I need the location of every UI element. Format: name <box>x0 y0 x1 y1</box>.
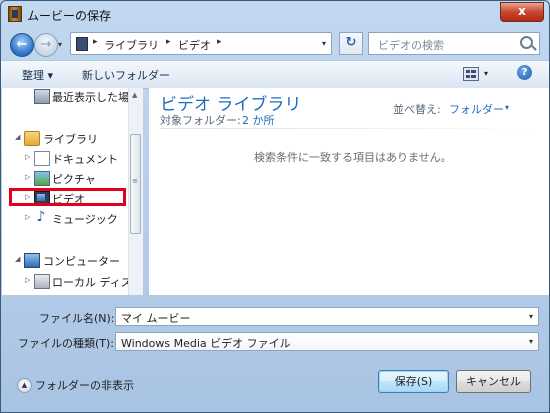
search-input[interactable]: ビデオの検索 <box>368 32 540 55</box>
recent-places-icon <box>34 89 50 104</box>
address-bar[interactable]: ▸ ライブラリ ▸ ビデオ ▸ ▾ <box>70 32 332 55</box>
video-library-icon <box>76 37 88 51</box>
expand-arrow-icon[interactable]: ▷ <box>25 153 30 161</box>
navigation-pane: 最近表示した場所 ◢ ライブラリ ▷ ドキュメント ▷ ピクチャ ▷ ビデオ ▷… <box>2 88 143 295</box>
expand-arrow-icon[interactable]: ▷ <box>25 213 30 221</box>
breadcrumb-videos[interactable]: ビデオ <box>178 37 211 53</box>
local-disk-icon <box>34 274 50 289</box>
divider <box>160 128 538 129</box>
organize-menu[interactable]: 整理 ▾ <box>22 67 53 83</box>
command-bar: 整理 ▾ 新しいフォルダー ▾ ? <box>1 60 549 89</box>
movie-maker-icon <box>8 6 22 22</box>
breadcrumb-libraries[interactable]: ライブラリ <box>104 37 159 53</box>
computer-icon <box>24 253 40 268</box>
filename-value[interactable]: マイ ムービー <box>121 310 191 326</box>
target-folders-label: 対象フォルダー: <box>160 114 241 127</box>
recent-pages-dropdown[interactable]: ▾ <box>58 40 62 49</box>
arrange-dropdown-icon[interactable]: ▾ <box>505 103 509 112</box>
title-bar: ムービーの保存 x <box>1 1 549 27</box>
collapse-arrow-icon[interactable]: ◢ <box>15 255 20 263</box>
breadcrumb-separator-icon[interactable]: ▸ <box>217 37 222 47</box>
hide-folders-icon[interactable]: ▲ <box>17 378 32 393</box>
filename-label: ファイル名(N): <box>39 312 115 325</box>
scroll-up-icon[interactable]: ▲ <box>132 91 137 99</box>
content-pane: ビデオ ライブラリ 対象フォルダー: 2 か所 並べ替え: フォルダー ▾ 検索… <box>149 88 549 295</box>
tree-item-label: ピクチャ <box>52 173 96 186</box>
navigation-scrollbar[interactable]: ▲ ≡ <box>128 88 143 295</box>
empty-message: 検索条件に一致する項目はありません。 <box>254 151 452 164</box>
help-icon[interactable]: ? <box>517 65 532 80</box>
cancel-button[interactable]: キャンセル <box>456 370 531 393</box>
window-title: ムービーの保存 <box>27 9 112 23</box>
save-movie-dialog: ムービーの保存 x ← → ▾ ▸ ライブラリ ▸ ビデオ ▸ ▾ ↻ ビデオの… <box>0 0 550 413</box>
filetype-label: ファイルの種類(T): <box>18 337 115 350</box>
music-icon: ♪ <box>36 209 46 225</box>
address-dropdown-icon[interactable]: ▾ <box>322 39 326 48</box>
view-options-icon[interactable] <box>463 67 479 81</box>
tree-item-label: ライブラリ <box>43 133 98 146</box>
refresh-button[interactable]: ↻ <box>339 32 363 55</box>
filename-field[interactable]: マイ ムービー ▾ <box>115 307 539 326</box>
expand-arrow-icon[interactable]: ▷ <box>25 173 30 181</box>
breadcrumb-separator-icon[interactable]: ▸ <box>166 37 171 47</box>
search-placeholder: ビデオの検索 <box>378 39 444 52</box>
save-button[interactable]: 保存(S) <box>378 370 449 393</box>
view-dropdown-icon[interactable]: ▾ <box>484 69 488 78</box>
tree-item-label: 最近表示した場所 <box>52 91 140 104</box>
libraries-icon <box>24 131 40 146</box>
new-folder-button[interactable]: 新しいフォルダー <box>82 67 170 83</box>
hide-folders-button[interactable]: フォルダーの非表示 <box>35 377 134 393</box>
close-button[interactable]: x <box>500 2 544 22</box>
search-icon[interactable] <box>520 36 533 49</box>
filetype-value[interactable]: Windows Media ビデオ ファイル <box>121 335 291 351</box>
back-button[interactable]: ← <box>10 33 34 57</box>
filetype-dropdown-icon[interactable]: ▾ <box>529 337 533 346</box>
videos-highlight-box <box>9 188 126 206</box>
filename-dropdown-icon[interactable]: ▾ <box>529 312 533 321</box>
tree-item-label: ドキュメント <box>52 153 118 166</box>
collapse-arrow-icon[interactable]: ◢ <box>15 133 20 141</box>
arrange-by-label: 並べ替え: <box>393 103 441 116</box>
expand-arrow-icon[interactable]: ▷ <box>25 276 30 284</box>
breadcrumb-separator-icon[interactable]: ▸ <box>93 37 98 47</box>
arrange-by-dropdown[interactable]: フォルダー <box>449 101 504 117</box>
forward-button[interactable]: → <box>34 33 58 57</box>
filetype-select[interactable]: Windows Media ビデオ ファイル ▾ <box>115 332 539 351</box>
target-folders-link[interactable]: 2 か所 <box>242 112 275 128</box>
pictures-icon <box>34 171 50 186</box>
documents-icon <box>34 151 50 166</box>
tree-item-label: コンピューター <box>43 255 120 268</box>
grip-icon: ≡ <box>132 177 138 185</box>
tree-item-label: ミュージック <box>52 213 118 226</box>
